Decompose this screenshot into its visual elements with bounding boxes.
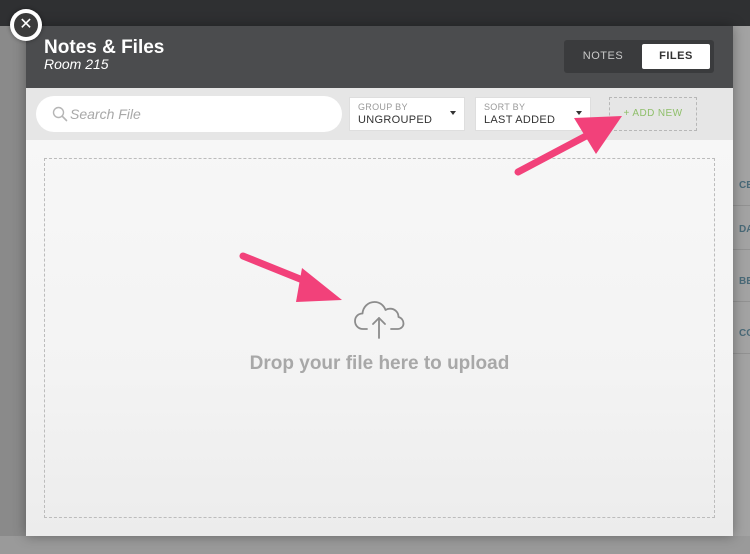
files-toolbar: GROUP BY UNGROUPED SORT BY LAST ADDED + … [26, 88, 733, 140]
notes-files-toggle: NOTES FILES [564, 40, 714, 73]
close-icon: ✕ [14, 13, 38, 37]
group-by-caption: GROUP BY [358, 102, 408, 112]
dropzone-text: Drop your file here to upload [249, 353, 510, 374]
background-cell: CO [733, 310, 750, 354]
background-topbar [0, 0, 750, 26]
background-footer [0, 536, 750, 554]
search-input[interactable] [70, 96, 330, 132]
notes-files-modal: Notes & Files Room 215 NOTES FILES GROUP… [26, 26, 733, 536]
search-icon [52, 106, 68, 122]
group-by-value: UNGROUPED [358, 114, 433, 126]
background-cell: DA [733, 206, 750, 250]
group-by-dropdown[interactable]: GROUP BY UNGROUPED [349, 97, 465, 131]
sort-by-dropdown[interactable]: SORT BY LAST ADDED [475, 97, 591, 131]
modal-subtitle: Room 215 [44, 56, 109, 72]
files-content: Drop your file here to upload [26, 140, 733, 536]
background-side-panel: CE DA BE CO [733, 26, 750, 554]
caret-down-icon [450, 111, 456, 115]
file-dropzone[interactable]: Drop your file here to upload [44, 158, 715, 518]
caret-down-icon [576, 111, 582, 115]
cloud-upload-icon [354, 301, 405, 339]
modal-header: Notes & Files Room 215 NOTES FILES [26, 26, 733, 88]
tab-files[interactable]: FILES [642, 44, 710, 69]
background-cell: CE [733, 162, 750, 206]
tab-notes[interactable]: NOTES [568, 44, 638, 69]
sort-by-value: LAST ADDED [484, 114, 556, 126]
add-new-button[interactable]: + ADD NEW [609, 97, 697, 131]
background-cell: BE [733, 258, 750, 302]
close-button[interactable]: ✕ [10, 9, 42, 41]
search-box[interactable] [36, 96, 342, 132]
sort-by-caption: SORT BY [484, 102, 526, 112]
